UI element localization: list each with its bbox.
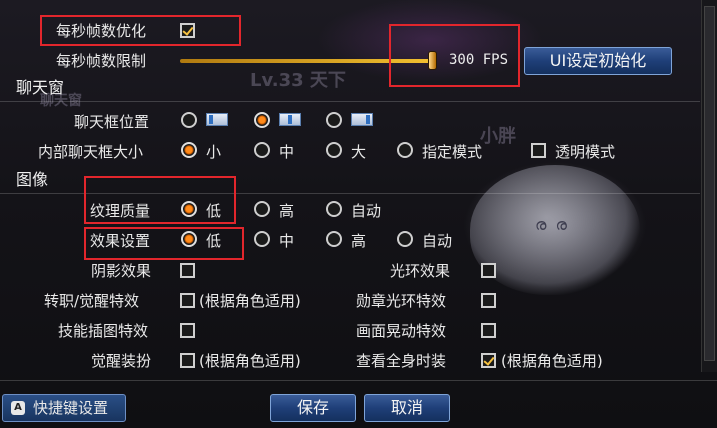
chat-position-label: 聊天框位置 — [74, 113, 150, 131]
transparent-mode-checkbox[interactable] — [531, 143, 546, 158]
chat-size-radio-custom[interactable] — [397, 142, 413, 158]
chat-size-option-medium: 中 — [279, 143, 295, 161]
awaken-gear-label: 觉醒装扮 — [91, 352, 152, 370]
fps-limit-label: 每秒帧数限制 — [56, 52, 147, 70]
chat-layout-left-icon — [206, 113, 228, 126]
effects-radio-high[interactable] — [326, 231, 342, 247]
highlight-box-effects — [84, 227, 244, 260]
chat-layout-center-icon — [279, 113, 301, 126]
chat-size-radio-small[interactable] — [181, 142, 197, 158]
effects-option-high: 高 — [351, 232, 367, 250]
chat-size-option-custom: 指定模式 — [422, 143, 483, 161]
job-effect-label: 转职/觉醒特效 — [44, 292, 140, 310]
halo-effect-checkbox[interactable] — [481, 263, 496, 278]
skill-cutin-label: 技能插图特效 — [58, 322, 149, 340]
graphics-section-title: 图像 — [16, 170, 49, 189]
footer-divider — [0, 380, 717, 381]
texture-option-auto: 自动 — [351, 202, 382, 220]
save-button[interactable]: 保存 — [270, 394, 356, 422]
mascot-face: ര ര — [535, 215, 569, 234]
awaken-gear-checkbox[interactable] — [180, 353, 195, 368]
chat-position-radio-1[interactable] — [181, 112, 197, 128]
scrollbar-thumb[interactable] — [704, 6, 715, 361]
job-effect-note: (根据角色适用) — [199, 292, 301, 310]
texture-radio-auto[interactable] — [326, 201, 342, 217]
chat-position-radio-2[interactable] — [254, 112, 270, 128]
background-name-text: 小胖 — [480, 126, 516, 147]
highlight-box-fps-limit — [389, 24, 520, 87]
background-level-text: Lv.33 天下 — [250, 70, 346, 91]
chat-position-radio-3[interactable] — [326, 112, 342, 128]
shortcut-settings-label: 快捷键设置 — [33, 399, 109, 417]
full-costume-checkbox[interactable] — [481, 353, 496, 368]
reset-ui-button[interactable]: UI设定初始化 — [524, 47, 672, 75]
medal-halo-checkbox[interactable] — [481, 293, 496, 308]
chat-size-option-small: 小 — [206, 143, 222, 161]
shadow-effect-checkbox[interactable] — [180, 263, 195, 278]
chat-size-radio-large[interactable] — [326, 142, 342, 158]
full-costume-label: 查看全身时装 — [356, 352, 447, 370]
screen-shake-label: 画面晃动特效 — [356, 322, 447, 340]
texture-radio-high[interactable] — [254, 201, 270, 217]
chat-section-divider — [0, 101, 700, 102]
cancel-button[interactable]: 取消 — [364, 394, 450, 422]
chat-size-label: 内部聊天框大小 — [38, 143, 144, 161]
highlight-box-fps-optimize — [40, 15, 241, 46]
shadow-effect-label: 阴影效果 — [91, 262, 152, 280]
job-effect-checkbox[interactable] — [180, 293, 195, 308]
effects-radio-medium[interactable] — [254, 231, 270, 247]
awaken-gear-note: (根据角色适用) — [199, 352, 301, 370]
scrollbar[interactable] — [701, 0, 717, 372]
effects-option-auto: 自动 — [422, 232, 453, 250]
chat-layout-right-icon — [351, 113, 373, 126]
effects-option-medium: 中 — [279, 232, 295, 250]
halo-effect-label: 光环效果 — [390, 262, 451, 280]
transparent-mode-label: 透明模式 — [555, 143, 616, 161]
settings-window: Lv.33 天下 聊天窗 小胖 ര ര 每秒帧数优化 每秒帧数限制 300 FP… — [0, 0, 717, 428]
chat-size-radio-medium[interactable] — [254, 142, 270, 158]
effects-radio-auto[interactable] — [397, 231, 413, 247]
shortcut-settings-button[interactable]: A 快捷键设置 — [2, 394, 126, 422]
texture-option-high: 高 — [279, 202, 295, 220]
chat-size-option-large: 大 — [351, 143, 367, 161]
screen-shake-checkbox[interactable] — [481, 323, 496, 338]
medal-halo-label: 勋章光环特效 — [356, 292, 447, 310]
highlight-box-texture — [84, 176, 236, 224]
chat-section-title: 聊天窗 — [16, 78, 65, 97]
full-costume-note: (根据角色适用) — [501, 352, 603, 370]
keyboard-key-icon: A — [11, 401, 25, 415]
skill-cutin-checkbox[interactable] — [180, 323, 195, 338]
